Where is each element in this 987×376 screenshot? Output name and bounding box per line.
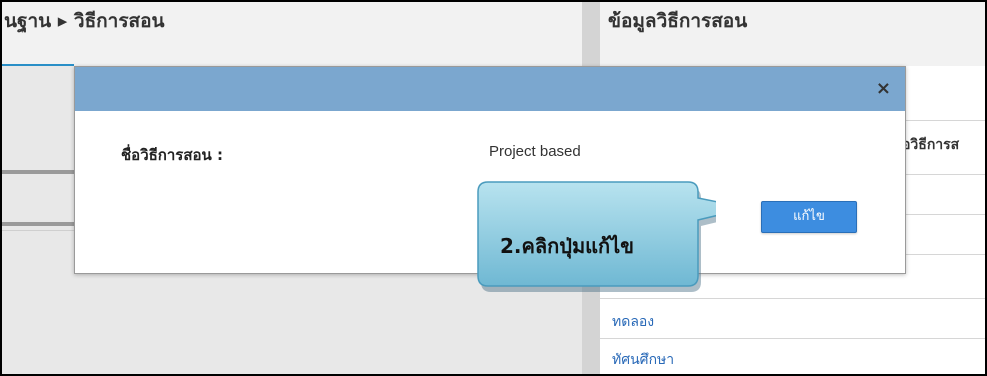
screenshot-frame: นฐาน ▸ วิธีการสอน ข้อมูลวิธีการสอน อวิธี… (0, 0, 987, 376)
dialog-header: × (75, 67, 905, 111)
edit-button[interactable]: แก้ไข (761, 201, 857, 233)
column-header: อวิธีการส (902, 137, 960, 153)
field-value: Project based (489, 143, 581, 160)
row-divider (600, 298, 985, 299)
close-icon[interactable]: × (876, 78, 891, 99)
right-panel-title: ข้อมูลวิธีการสอน (608, 10, 748, 32)
left-panel-divider (2, 170, 74, 174)
row-divider (600, 338, 985, 339)
method-link[interactable]: ทัศนศึกษา (612, 349, 674, 371)
left-panel-divider (2, 222, 74, 226)
callout-text: 2.คลิกปุ่มแก้ไข (500, 234, 634, 258)
breadcrumb: นฐาน ▸ วิธีการสอน (4, 10, 165, 32)
field-label: ชื่อวิธีการสอน : (121, 146, 223, 164)
method-link[interactable]: ทดลอง (612, 311, 654, 333)
